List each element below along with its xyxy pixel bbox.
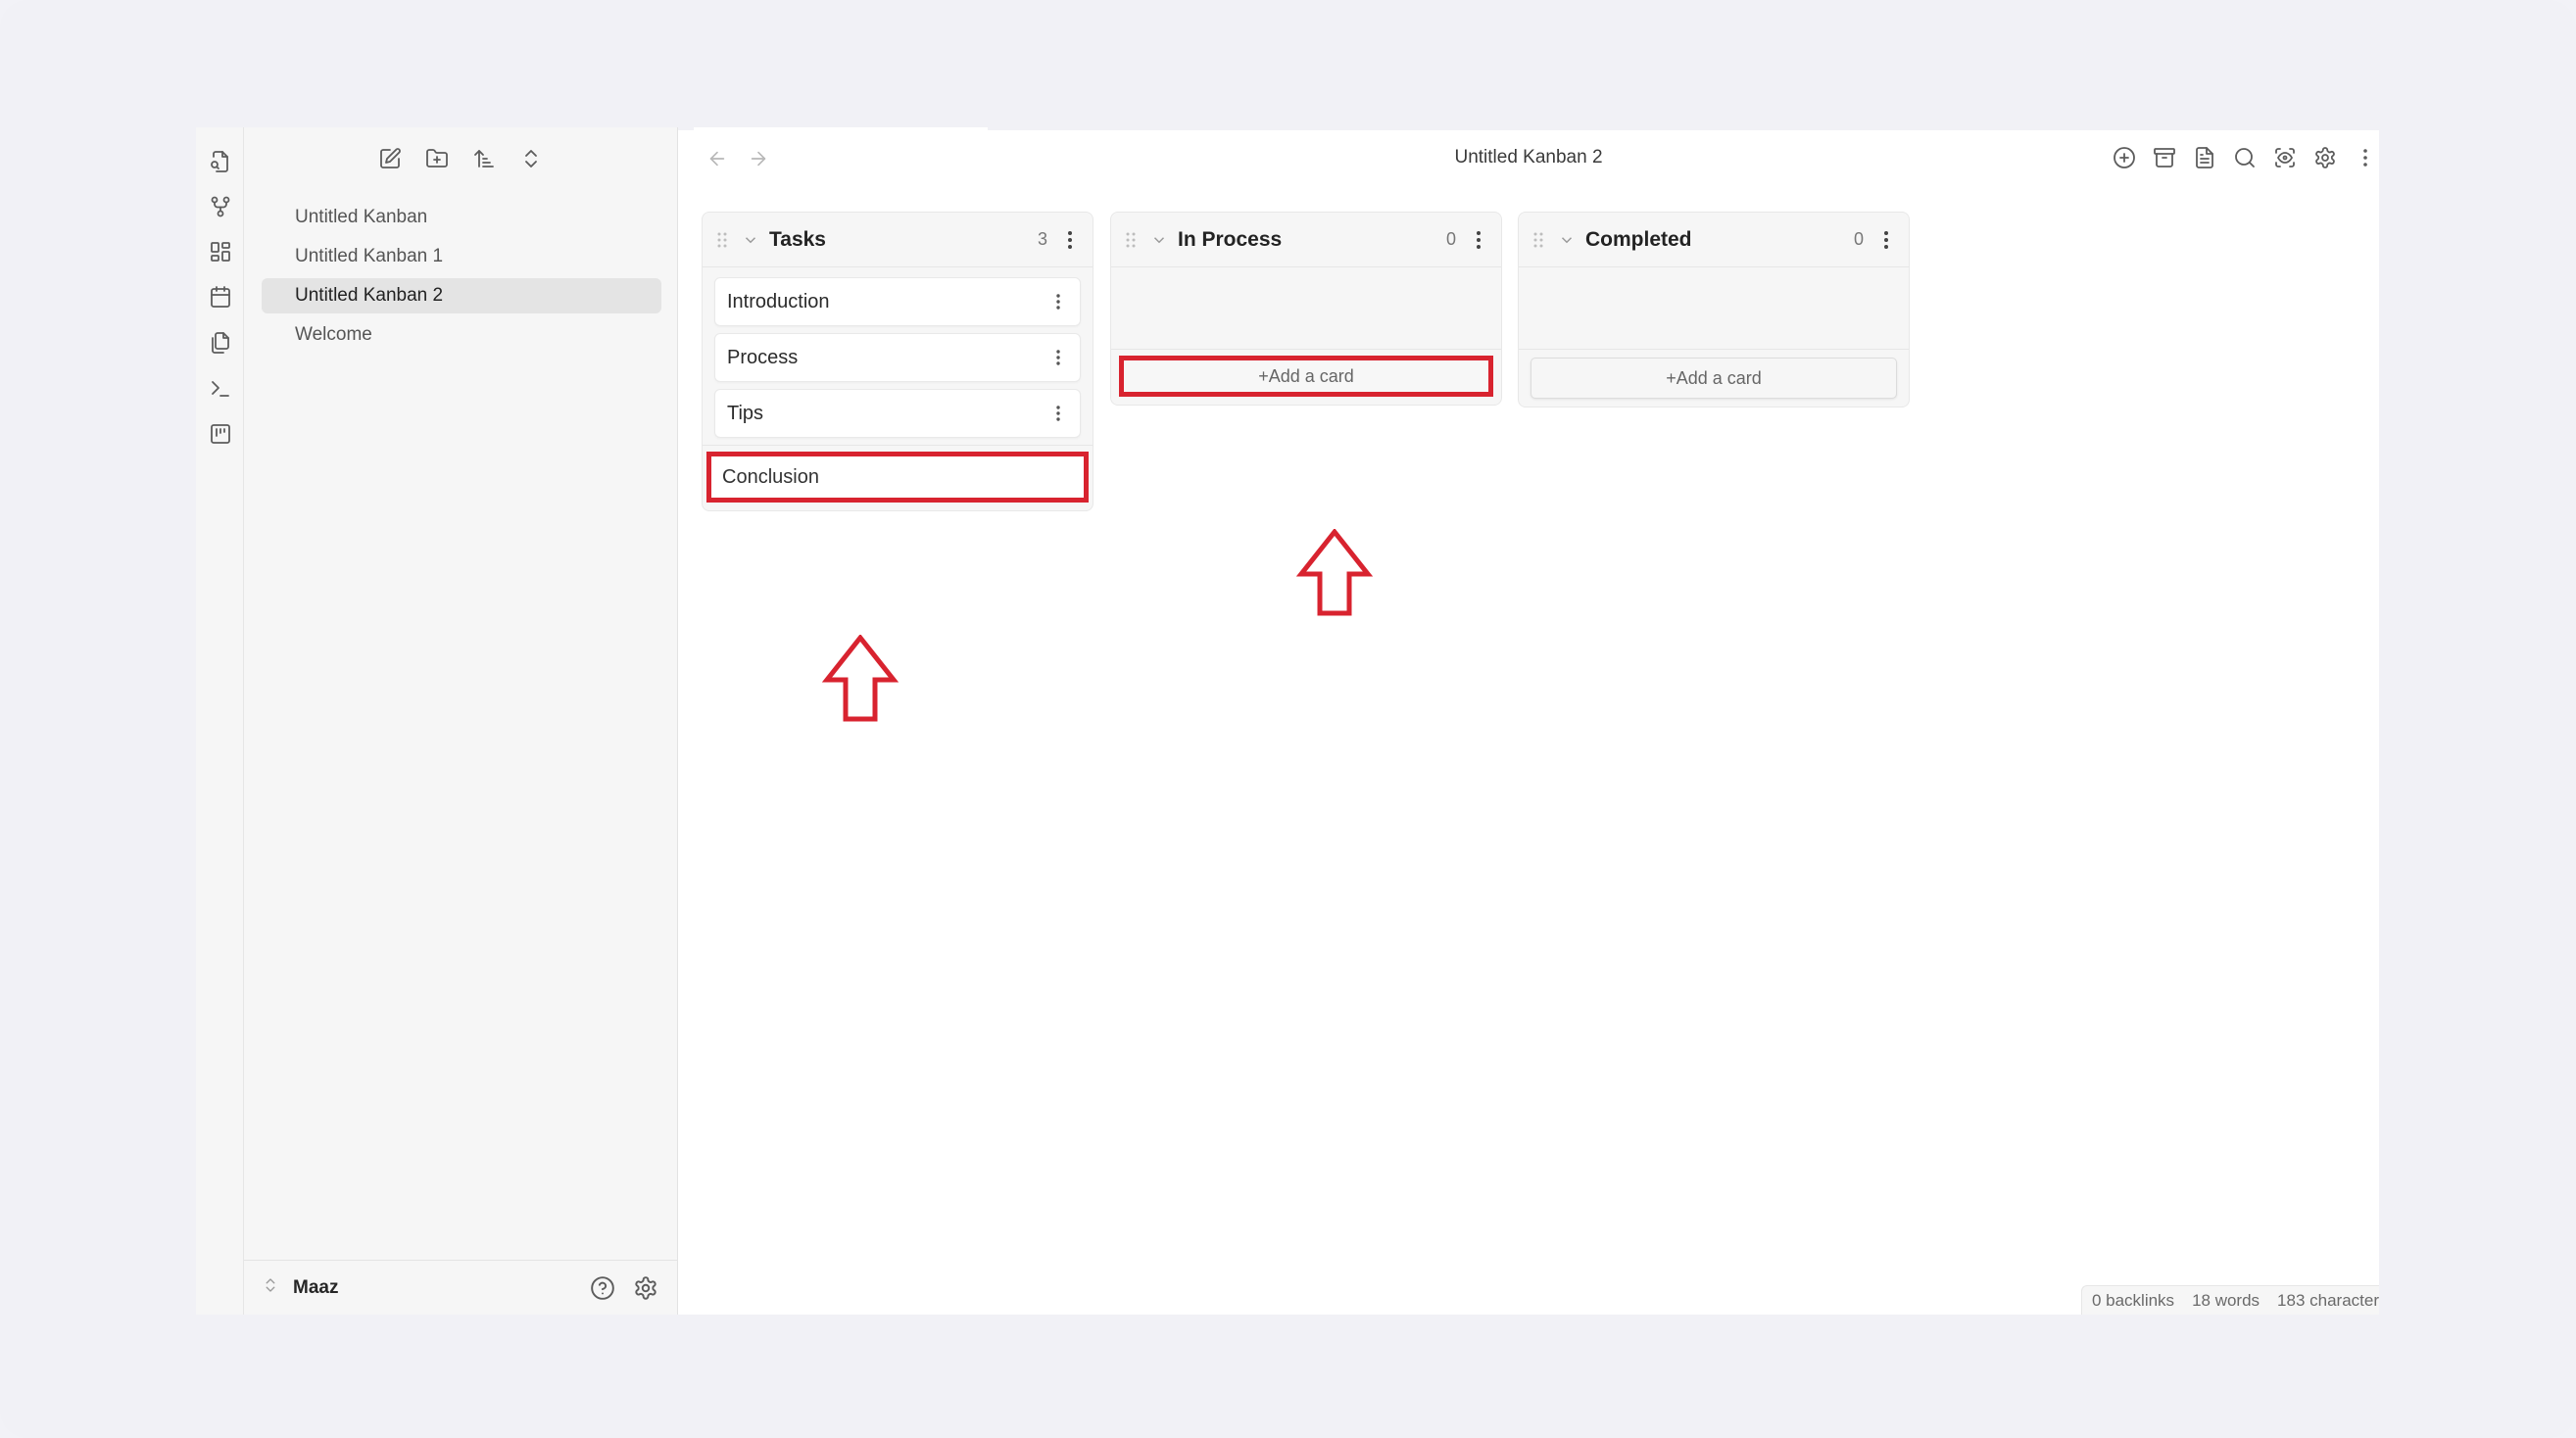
card-list: Introduction Process Tips [703,267,1093,438]
scan-eye-icon[interactable] [2270,143,2299,172]
file-list: Untitled Kanban Untitled Kanban 1 Untitl… [262,200,661,357]
lane-card-count: 0 [1445,229,1456,249]
drag-handle-icon[interactable] [1532,230,1546,250]
lane-menu-icon[interactable] [1059,226,1081,254]
add-circle-icon[interactable] [2110,143,2138,172]
lane-footer: +Add a card [1519,349,1909,407]
drag-handle-icon[interactable] [716,230,730,250]
lane-title[interactable]: Completed [1585,228,1692,252]
lane-title[interactable]: In Process [1178,228,1282,252]
card-title: Tips [727,402,764,424]
status-bar: 0 backlinks 18 words 183 character [2080,1285,2379,1315]
sidebar-footer: Maaz [244,1260,677,1315]
annotation-up-arrow [821,635,899,722]
collapse-chevron-icon[interactable] [1148,229,1170,251]
file-search-icon[interactable] [208,149,233,174]
new-card-input-value: Conclusion [722,465,819,488]
file-explorer-toolbar [244,145,677,178]
vault-switcher[interactable]: Maaz [262,1276,338,1299]
lane-footer: +Add a card [1111,349,1501,405]
lane-header: Completed 0 [1519,213,1909,267]
help-icon[interactable] [589,1274,616,1302]
character-count: 183 character [2277,1290,2379,1310]
search-icon[interactable] [2230,143,2259,172]
file-text-icon[interactable] [2190,143,2218,172]
lane-menu-icon[interactable] [1875,226,1897,254]
lane-menu-icon[interactable] [1468,226,1489,254]
ribbon [196,127,244,1315]
main-view: Untitled Kanban 2 Tasks 3 Introduction P… [678,127,2379,1315]
word-count: 18 words [2192,1290,2260,1310]
drag-handle-icon[interactable] [1125,230,1139,250]
lane-tasks: Tasks 3 Introduction Process Tips Conclu… [702,212,1094,511]
copy-files-icon[interactable] [208,330,233,356]
new-folder-icon[interactable] [423,145,451,172]
app-window: Untitled Kanban Untitled Kanban 1 Untitl… [196,127,2379,1315]
graph-view-icon[interactable] [208,194,233,219]
lane-in-process: In Process 0 +Add a card [1110,212,1502,406]
card[interactable]: Tips [714,389,1081,438]
lane-footer: Conclusion [703,445,1093,510]
card[interactable]: Process [714,333,1081,382]
file-explorer-sidebar: Untitled Kanban Untitled Kanban 1 Untitl… [244,127,678,1315]
collapse-expand-icon[interactable] [517,145,545,172]
view-header: Untitled Kanban 2 [678,127,2379,190]
archive-icon[interactable] [2150,143,2178,172]
settings-icon[interactable] [632,1274,659,1302]
more-vertical-icon[interactable] [2351,143,2379,172]
card[interactable]: Introduction [714,277,1081,326]
file-item-welcome[interactable]: Welcome [262,317,661,353]
vault-name: Maaz [293,1276,339,1298]
empty-card-list [1519,267,1909,346]
collapse-chevron-icon[interactable] [1556,229,1578,251]
file-item-untitled-kanban-1[interactable]: Untitled Kanban 1 [262,239,661,274]
card-menu-icon[interactable] [1048,289,1068,314]
empty-card-list [1111,267,1501,346]
card-menu-icon[interactable] [1048,401,1068,426]
backlinks-count[interactable]: 0 backlinks [2092,1291,2174,1311]
lane-title[interactable]: Tasks [769,228,826,252]
kanban-icon[interactable] [208,421,233,447]
card-title: Introduction [727,290,830,312]
card-title: Process [727,346,799,368]
lane-header: In Process 0 [1111,213,1501,267]
annotation-up-arrow [1295,529,1374,616]
file-item-untitled-kanban[interactable]: Untitled Kanban [262,200,661,235]
lane-header: Tasks 3 [703,213,1093,267]
new-card-input[interactable]: Conclusion [706,452,1089,503]
dashboard-icon[interactable] [208,239,233,264]
calendar-icon[interactable] [208,284,233,310]
file-item-untitled-kanban-2[interactable]: Untitled Kanban 2 [262,278,661,313]
add-card-button[interactable]: +Add a card [1119,356,1493,397]
lane-completed: Completed 0 +Add a card [1518,212,1910,407]
sort-icon[interactable] [470,145,498,172]
chevrons-up-down-icon [262,1276,279,1299]
new-note-icon[interactable] [376,145,404,172]
add-card-button[interactable]: +Add a card [1531,358,1897,399]
lane-card-count: 0 [1853,229,1864,249]
collapse-chevron-icon[interactable] [740,229,761,251]
settings-icon[interactable] [2310,143,2339,172]
lane-card-count: 3 [1037,229,1047,249]
terminal-icon[interactable] [208,376,233,402]
card-menu-icon[interactable] [1048,345,1068,370]
